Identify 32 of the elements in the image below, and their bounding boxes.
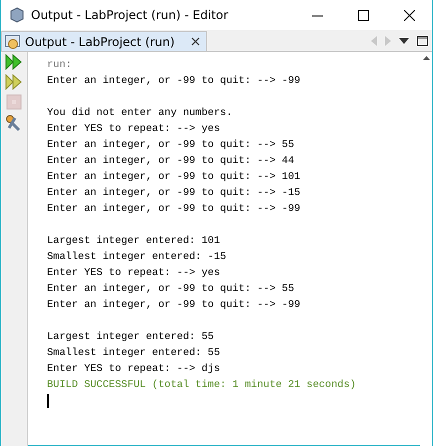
console-line: run: <box>47 59 72 71</box>
console-line: Enter an integer, or -99 to quit: --> 55 <box>47 283 294 295</box>
build-status: BUILD SUCCESSFUL (total time: 1 minute 21 seconds) <box>47 379 356 391</box>
console-line: Enter an integer, or -99 to quit: --> 44 <box>47 155 294 167</box>
close-icon[interactable] <box>190 37 200 46</box>
console-line: Enter YES to repeat: --> yes <box>47 267 220 279</box>
console-line: Enter an integer, or -99 to quit: --> -99 <box>47 299 300 311</box>
maximize-icon <box>358 10 368 20</box>
output-tab[interactable]: Output - LabProject (run) <box>1 31 207 51</box>
console-line: Largest integer entered: 101 <box>47 235 220 247</box>
console-line: Enter an integer, or -99 to quit: --> 101 <box>47 171 300 183</box>
output-window-icon <box>5 34 21 48</box>
dropdown-icon[interactable] <box>399 38 409 44</box>
app-icon <box>9 7 25 23</box>
scroll-up-icon[interactable] <box>422 56 430 60</box>
run-icon[interactable] <box>5 54 23 70</box>
text-cursor <box>47 394 49 408</box>
rerun-icon[interactable] <box>5 74 23 90</box>
window-title: Output - LabProject (run) - Editor <box>31 8 230 22</box>
console-line: Enter YES to repeat: --> yes <box>47 123 220 135</box>
console-line: Smallest integer entered: 55 <box>47 347 220 359</box>
console-line: You did not enter any numbers. <box>47 107 232 119</box>
console-line: Enter YES to repeat: --> djs <box>47 363 220 375</box>
console-line: Smallest integer entered: -15 <box>47 251 226 263</box>
console-line: Enter an integer, or -99 to quit: --> -15 <box>47 187 300 199</box>
console-line: Enter an integer, or -99 to quit: --> -99 <box>47 75 300 87</box>
settings-icon[interactable] <box>5 114 23 132</box>
console-line: Enter an integer, or -99 to quit: --> -99 <box>47 203 300 215</box>
console-line: Enter an integer, or -99 to quit: --> 55 <box>47 139 294 151</box>
maximize-icon[interactable] <box>417 36 428 46</box>
close-icon <box>404 10 414 20</box>
console-line: Largest integer entered: 55 <box>47 331 214 343</box>
